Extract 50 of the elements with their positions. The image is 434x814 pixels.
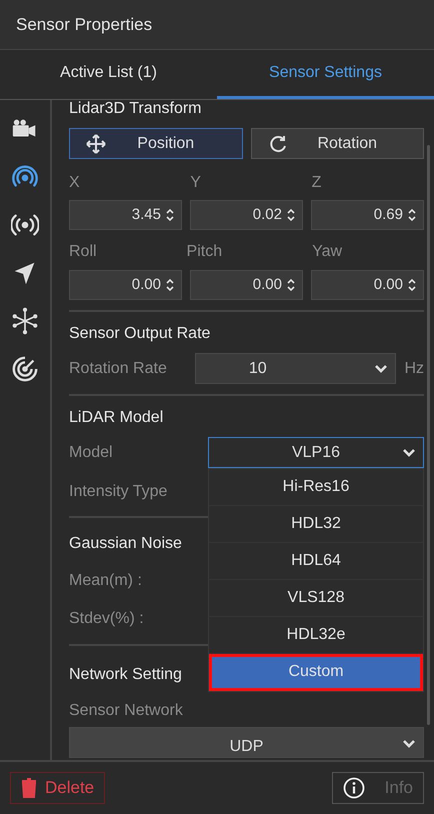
field-label: X xyxy=(69,174,80,191)
field-label: Rotation Rate xyxy=(69,358,168,378)
spinner-icon[interactable] xyxy=(286,208,296,222)
scrollbar[interactable] xyxy=(427,145,430,725)
section-heading: LiDAR Model xyxy=(69,408,164,428)
section-heading: Network Setting xyxy=(69,665,182,685)
field-label: Sensor Network xyxy=(69,701,183,721)
spinner-icon[interactable] xyxy=(165,278,175,292)
number-field[interactable]: 3.45 xyxy=(69,200,182,230)
spinner-icon[interactable] xyxy=(407,208,417,222)
model-select[interactable]: VLP16 xyxy=(208,437,424,468)
move-icon xyxy=(86,134,106,154)
network-select[interactable]: UDP xyxy=(69,727,424,758)
tab[interactable]: Active List (1) xyxy=(0,50,217,99)
field-label: Stdev(%) : xyxy=(69,609,144,629)
dropdown-item[interactable]: Custom xyxy=(209,654,423,691)
spinner-icon[interactable] xyxy=(165,208,175,222)
number-field[interactable]: 0.02 xyxy=(190,200,303,230)
section-heading: Lidar3D Transform xyxy=(69,100,202,119)
info-icon xyxy=(343,777,365,799)
field-label: Intensity Type xyxy=(69,482,168,502)
section-heading: Sensor Output Rate xyxy=(69,324,210,344)
rate-select[interactable]: 10 xyxy=(195,353,396,384)
mode-button[interactable]: Rotation xyxy=(250,128,424,159)
number-field[interactable]: 0.00 xyxy=(311,270,424,300)
dropdown-item[interactable]: Hi-Res16 xyxy=(209,469,423,506)
section-heading: Gaussian Noise xyxy=(69,534,182,554)
tab[interactable]: Sensor Settings xyxy=(217,50,434,99)
number-field[interactable]: 0.00 xyxy=(69,270,182,300)
unit-label: Hz xyxy=(404,358,424,378)
field-label: Y xyxy=(190,174,201,191)
field-label: Model xyxy=(69,442,114,462)
dropdown-item[interactable]: VLS128 xyxy=(209,580,423,617)
field-label: Mean(m) : xyxy=(69,571,142,591)
field-label: Pitch xyxy=(186,243,222,260)
number-field[interactable]: 0.00 xyxy=(190,270,303,300)
spinner-icon[interactable] xyxy=(407,278,417,292)
dropdown-item[interactable]: HDL32 xyxy=(209,506,423,543)
panel-title: Sensor Properties xyxy=(16,14,152,36)
field-label: Yaw xyxy=(312,243,342,260)
field-label: Roll xyxy=(69,243,97,260)
rotate-icon xyxy=(268,134,288,154)
field-label: Z xyxy=(312,174,322,191)
spinner-icon[interactable] xyxy=(286,278,296,292)
radar-icon[interactable] xyxy=(11,355,39,383)
trash-icon xyxy=(21,778,37,798)
network-icon[interactable] xyxy=(11,307,39,335)
dropdown-item[interactable]: HDL64 xyxy=(209,543,423,580)
number-field[interactable]: 0.69 xyxy=(311,200,424,230)
mode-button[interactable]: Position xyxy=(69,128,242,159)
